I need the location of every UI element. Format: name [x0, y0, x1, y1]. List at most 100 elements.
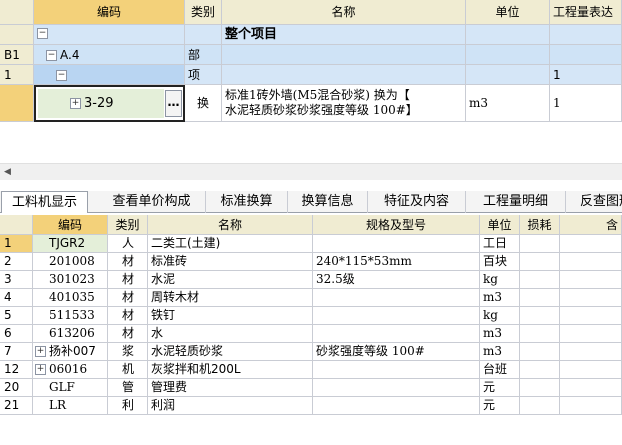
- row-code[interactable]: 511533: [33, 307, 108, 325]
- bottom-header-unit[interactable]: 单位: [480, 215, 520, 235]
- horizontal-scrollbar[interactable]: ◀: [0, 163, 622, 180]
- bottom-header-loss[interactable]: 损耗: [520, 215, 560, 235]
- row-name: 二类工(土建): [148, 235, 313, 253]
- bottom-header-code[interactable]: 编码: [33, 215, 108, 235]
- row-loss: [520, 235, 560, 253]
- top-row-number: 1: [0, 65, 34, 85]
- row-content: [560, 307, 622, 325]
- row-number: 3: [0, 271, 33, 289]
- collapse-icon[interactable]: −: [46, 50, 57, 61]
- row-number: 21: [0, 397, 33, 415]
- top-row-type: 部: [185, 45, 222, 65]
- row-number: 1: [0, 235, 33, 253]
- row-code[interactable]: LR: [33, 397, 108, 415]
- top-row-qty: 1: [550, 65, 622, 85]
- bottom-header-name[interactable]: 名称: [148, 215, 313, 235]
- top-header-name[interactable]: 名称: [222, 0, 466, 25]
- expand-icon[interactable]: +: [70, 98, 81, 109]
- row-content: [560, 379, 622, 397]
- row-code[interactable]: +06016: [33, 361, 108, 379]
- row-code[interactable]: + 扬补007: [33, 343, 108, 361]
- top-header-code[interactable]: 编码: [34, 0, 185, 25]
- top-row-unit: [466, 45, 550, 65]
- tab-labor-material-machine[interactable]: 工料机显示: [1, 191, 88, 213]
- code-text: 301023: [49, 272, 95, 286]
- code-text: A.4: [60, 48, 80, 62]
- bottom-grid: 编码 类别 名称 规格及型号 单位 损耗 含 1 TJGR2 人 二类工(土建)…: [0, 215, 622, 445]
- code-text: 06016: [49, 362, 88, 376]
- row-unit: m3: [480, 343, 520, 361]
- code-edit-box[interactable]: +3-29: [38, 89, 164, 118]
- top-row-type: 换: [185, 85, 222, 122]
- row-content: [560, 343, 622, 361]
- top-header-unit[interactable]: 单位: [466, 0, 550, 25]
- row-unit: 百块: [480, 253, 520, 271]
- expand-icon[interactable]: +: [35, 364, 46, 375]
- row-number: 2: [0, 253, 33, 271]
- name-line-1: 标准1砖外墙(M5混合砂浆) 换为【: [225, 88, 410, 102]
- row-spec: 砂浆强度等级 100#: [313, 343, 480, 361]
- top-row-code[interactable]: −: [34, 25, 185, 45]
- top-row-code-editor[interactable]: +3-29 …: [34, 85, 185, 122]
- top-row-number: [0, 85, 34, 122]
- row-type: 材: [108, 289, 148, 307]
- top-row-unit: m3: [466, 85, 550, 122]
- bottom-header-content[interactable]: 含: [560, 215, 622, 235]
- row-unit: 台班: [480, 361, 520, 379]
- row-code[interactable]: 301023: [33, 271, 108, 289]
- row-code[interactable]: 613206: [33, 325, 108, 343]
- tab-unit-price[interactable]: 查看单价构成: [98, 191, 206, 213]
- top-row-name: [222, 45, 466, 65]
- bottom-header-type[interactable]: 类别: [108, 215, 148, 235]
- row-code[interactable]: GLF: [33, 379, 108, 397]
- row-unit: 元: [480, 397, 520, 415]
- top-row-unit: [466, 25, 550, 45]
- tab-reverse-graphics[interactable]: 反查图形: [566, 191, 622, 213]
- code-text: TJGR2: [49, 236, 86, 250]
- top-row-qty: [550, 45, 622, 65]
- row-loss: [520, 253, 560, 271]
- detail-tabs: 工料机显示 查看单价构成 标准换算 换算信息 特征及内容 工程量明细 反查图形: [0, 191, 622, 213]
- row-type: 人: [108, 235, 148, 253]
- top-header-qty[interactable]: 工程量表达: [550, 0, 622, 25]
- row-spec: 32.5级: [313, 271, 480, 289]
- row-loss: [520, 307, 560, 325]
- row-name: 铁钉: [148, 307, 313, 325]
- code-text: 扬补007: [49, 344, 96, 358]
- name-line-2: 水泥轻质砂浆砂浆强度等级 100#】: [225, 103, 418, 117]
- top-row-code[interactable]: − A.4: [34, 45, 185, 65]
- more-button[interactable]: …: [165, 90, 182, 117]
- tab-standard-conversion[interactable]: 标准换算: [206, 191, 288, 213]
- row-content: [560, 271, 622, 289]
- collapse-icon[interactable]: −: [37, 28, 48, 39]
- row-spec: [313, 307, 480, 325]
- row-content: [560, 325, 622, 343]
- collapse-icon[interactable]: −: [56, 70, 67, 81]
- top-header-type[interactable]: 类别: [185, 0, 222, 25]
- top-row-qty: [550, 25, 622, 45]
- row-name: 水: [148, 325, 313, 343]
- bottom-header-spec[interactable]: 规格及型号: [313, 215, 480, 235]
- row-name: 标准砖: [148, 253, 313, 271]
- row-unit: 工日: [480, 235, 520, 253]
- row-code[interactable]: 401035: [33, 289, 108, 307]
- row-loss: [520, 271, 560, 289]
- row-loss: [520, 343, 560, 361]
- tab-features-content[interactable]: 特征及内容: [368, 191, 466, 213]
- row-number: 4: [0, 289, 33, 307]
- expand-icon[interactable]: +: [35, 346, 46, 357]
- row-type: 利: [108, 397, 148, 415]
- top-row-type: 项: [185, 65, 222, 85]
- tab-quantity-details[interactable]: 工程量明细: [466, 191, 566, 213]
- row-unit: kg: [480, 307, 520, 325]
- tab-conversion-info[interactable]: 换算信息: [288, 191, 368, 213]
- row-unit: m3: [480, 325, 520, 343]
- row-code[interactable]: TJGR2: [33, 235, 108, 253]
- scroll-left-icon[interactable]: ◀: [4, 166, 14, 178]
- row-type: 管: [108, 379, 148, 397]
- row-type: 材: [108, 271, 148, 289]
- row-code[interactable]: 201008: [33, 253, 108, 271]
- top-row-code[interactable]: −: [34, 65, 185, 85]
- top-row-name: [222, 65, 466, 85]
- row-spec: [313, 361, 480, 379]
